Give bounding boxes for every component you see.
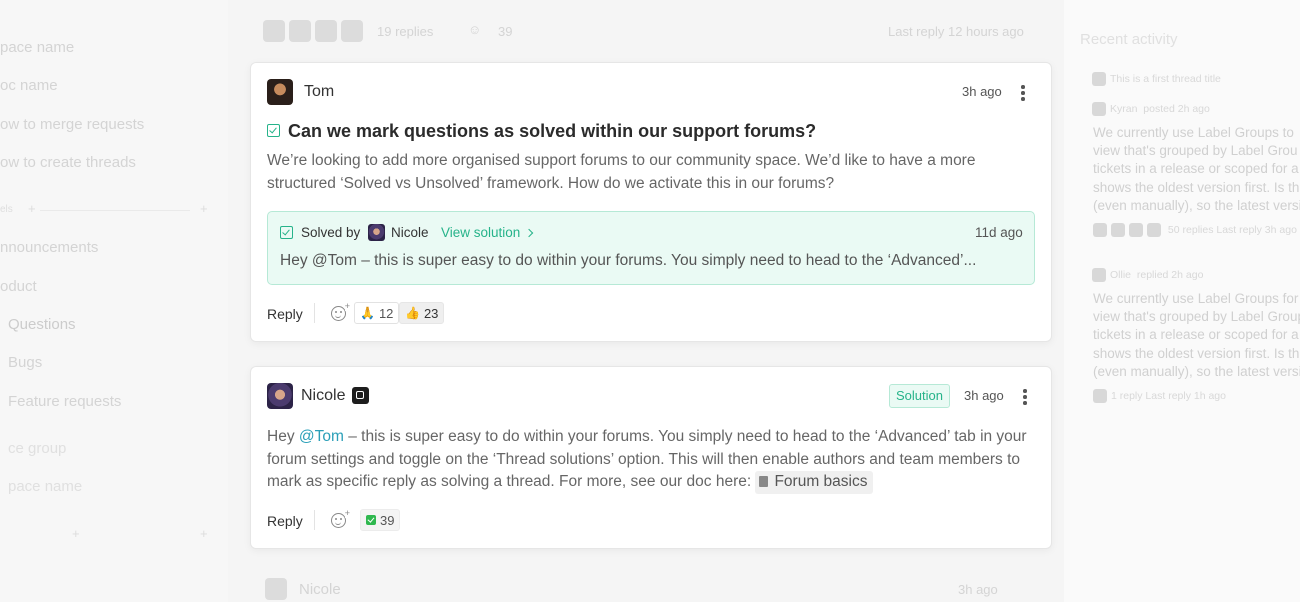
divider bbox=[314, 303, 315, 323]
sidebar-section-label: els bbox=[0, 204, 13, 215]
sidebar-item-space-name[interactable]: pace name bbox=[0, 39, 74, 56]
solution-reply-card: Nicole Solution 3h ago Hey @Tom – this i… bbox=[250, 366, 1052, 549]
reaction-count[interactable]: 39 bbox=[498, 24, 512, 39]
activity-title: Recent activity bbox=[1080, 31, 1178, 48]
activity-entry-meta[interactable]: 50 replies Last reply 3h ago bbox=[1093, 223, 1297, 237]
sidebar-item-feature-requests[interactable]: Feature requests bbox=[8, 393, 121, 410]
participant-avatars bbox=[263, 20, 363, 42]
replies-count[interactable]: 19 replies bbox=[377, 24, 433, 39]
add-icon[interactable]: + bbox=[200, 526, 208, 541]
doc-link[interactable]: Forum basics bbox=[755, 471, 873, 494]
activity-entry-header: Ollie replied 2h ago bbox=[1092, 268, 1203, 282]
ghost-time: 3h ago bbox=[958, 582, 998, 597]
add-channel-icon[interactable]: + bbox=[28, 201, 36, 216]
divider bbox=[314, 510, 315, 530]
reply-time: 3h ago bbox=[964, 388, 1004, 403]
post-title[interactable]: Can we mark questions as solved within o… bbox=[288, 121, 816, 142]
avatar bbox=[1147, 223, 1161, 237]
sidebar-item-space-name-2[interactable]: pace name bbox=[8, 478, 82, 495]
emoji-add-icon[interactable]: ☺ bbox=[468, 22, 481, 37]
activity-thread-title[interactable]: This is a first thread title bbox=[1092, 72, 1221, 86]
thumbs-up-icon: 👍 bbox=[405, 306, 420, 320]
solution-badge: Solution bbox=[889, 384, 950, 408]
sidebar-item-announcements[interactable]: nnouncements bbox=[0, 239, 98, 256]
post-author[interactable]: Tom bbox=[304, 83, 334, 101]
document-icon bbox=[759, 476, 769, 487]
solver-name[interactable]: Nicole bbox=[391, 225, 429, 240]
ghost-author: Nicole bbox=[299, 581, 341, 598]
sidebar-item-product[interactable]: oduct bbox=[0, 278, 37, 295]
more-options-icon[interactable] bbox=[1021, 85, 1025, 103]
avatar bbox=[341, 20, 363, 42]
mention-link[interactable]: @Tom bbox=[299, 428, 344, 445]
thread-icon bbox=[1092, 72, 1106, 86]
recent-activity-panel: Recent activity This is a first thread t… bbox=[1064, 0, 1300, 602]
reply-button[interactable]: Reply bbox=[267, 513, 303, 529]
sidebar-item-questions[interactable]: Questions bbox=[8, 316, 76, 333]
avatar bbox=[289, 20, 311, 42]
post-body: We’re looking to add more organised supp… bbox=[267, 152, 976, 192]
post-time: 3h ago bbox=[962, 84, 1002, 99]
pray-icon: 🙏 bbox=[360, 306, 375, 320]
sidebar-item-group[interactable]: ce group bbox=[8, 440, 66, 457]
check-mark-icon bbox=[366, 515, 376, 525]
add-reaction-icon[interactable]: + bbox=[331, 302, 350, 321]
avatar bbox=[1093, 223, 1107, 237]
avatar bbox=[1092, 102, 1106, 116]
add-reaction-icon[interactable]: + bbox=[331, 509, 350, 528]
reply-button[interactable]: Reply bbox=[267, 306, 303, 322]
solution-time: 11d ago bbox=[975, 225, 1023, 240]
chevron-right-icon bbox=[525, 228, 534, 238]
sidebar-item-doc-name[interactable]: oc name bbox=[0, 77, 58, 94]
avatar bbox=[1093, 389, 1107, 403]
activity-entry-header: Kyran posted 2h ago bbox=[1092, 102, 1210, 116]
activity-entry-body: We currently use Label Groups for view t… bbox=[1093, 291, 1300, 379]
more-options-icon[interactable] bbox=[1023, 389, 1027, 407]
view-solution-link[interactable]: View solution bbox=[441, 225, 534, 240]
avatar bbox=[315, 20, 337, 42]
add-icon[interactable]: + bbox=[72, 526, 80, 541]
avatar[interactable] bbox=[267, 383, 293, 409]
activity-entry-meta[interactable]: 1 reply Last reply 1h ago bbox=[1093, 389, 1226, 403]
solved-by-label: Solved by bbox=[301, 225, 361, 240]
avatar bbox=[1092, 268, 1106, 282]
reaction-pray[interactable]: 🙏 12 bbox=[354, 302, 400, 324]
sidebar-item-merge-requests[interactable]: ow to merge requests bbox=[0, 116, 144, 133]
solved-check-icon bbox=[267, 124, 280, 137]
add-icon[interactable]: + bbox=[200, 201, 208, 216]
avatar bbox=[265, 578, 287, 600]
avatar bbox=[1129, 223, 1143, 237]
sidebar-item-bugs[interactable]: Bugs bbox=[8, 354, 42, 371]
reaction-thumbs-up[interactable]: 👍 23 bbox=[399, 302, 445, 324]
avatar bbox=[263, 20, 285, 42]
avatar[interactable] bbox=[267, 79, 293, 105]
admin-badge-icon bbox=[352, 387, 369, 404]
left-sidebar: pace name oc name ow to merge requests o… bbox=[0, 0, 228, 602]
sidebar-item-create-threads[interactable]: ow to create threads bbox=[0, 154, 136, 171]
question-post-card: Tom 3h ago Can we mark questions as solv… bbox=[250, 62, 1052, 342]
solution-preview[interactable]: Solved by Nicole View solution 11d ago H… bbox=[267, 211, 1035, 285]
avatar bbox=[1111, 223, 1125, 237]
solution-text: Hey @Tom – this is super easy to do with… bbox=[280, 252, 977, 269]
solved-check-icon bbox=[280, 226, 293, 239]
activity-entry-body: We currently use Label Groups to view th… bbox=[1093, 125, 1300, 213]
reply-body: Hey @Tom – this is super easy to do with… bbox=[267, 426, 1027, 494]
last-reply: Last reply 12 hours ago bbox=[888, 24, 1024, 39]
avatar bbox=[368, 224, 385, 241]
reaction-check[interactable]: 39 bbox=[360, 509, 401, 531]
sidebar-divider bbox=[40, 210, 190, 211]
reply-author[interactable]: Nicole bbox=[301, 387, 345, 405]
